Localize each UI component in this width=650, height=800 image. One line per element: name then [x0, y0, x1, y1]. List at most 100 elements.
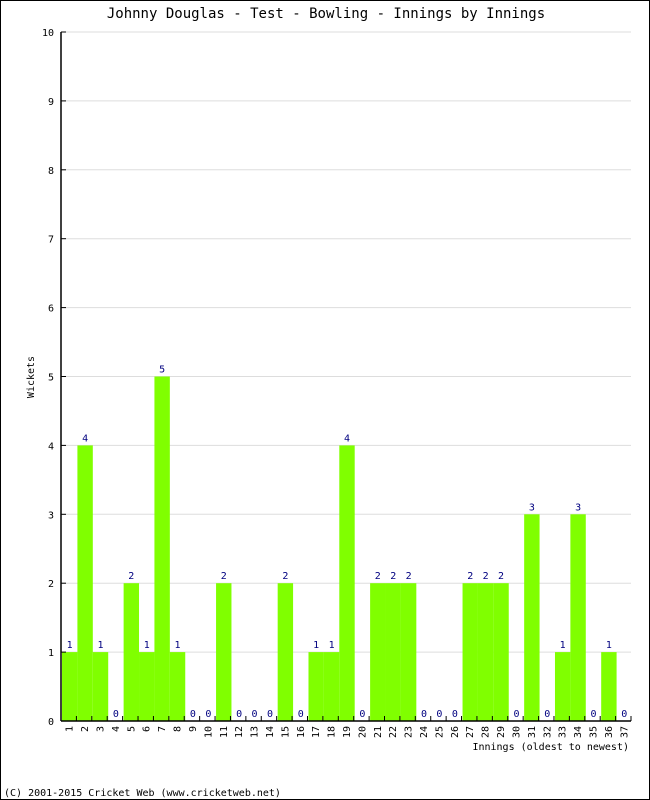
data-label: 0 — [252, 709, 258, 720]
bar — [139, 652, 155, 721]
x-tick-label: 10 — [203, 726, 214, 738]
x-tick-label: 35 — [588, 726, 599, 738]
bar — [308, 652, 324, 721]
data-label: 1 — [560, 640, 566, 651]
x-tick-label: 14 — [265, 726, 276, 738]
y-tick-label: 10 — [42, 28, 54, 39]
chart-frame: Johnny Douglas - Test - Bowling - Inning… — [0, 0, 650, 800]
data-label: 2 — [483, 571, 489, 582]
y-tick-label: 3 — [48, 510, 54, 521]
data-label: 0 — [452, 709, 458, 720]
x-tick-label: 16 — [296, 726, 307, 738]
data-label: 1 — [144, 640, 150, 651]
bar — [216, 583, 232, 721]
bar — [462, 583, 478, 721]
x-tick-label: 31 — [527, 726, 538, 738]
data-label: 2 — [406, 571, 412, 582]
bar — [323, 652, 340, 721]
data-label: 2 — [375, 571, 381, 582]
bar — [277, 583, 294, 721]
y-tick-label: 5 — [48, 373, 54, 384]
x-tick-label: 34 — [573, 726, 584, 738]
bar — [123, 583, 140, 721]
data-label: 0 — [544, 709, 550, 720]
bar — [601, 652, 617, 721]
bar — [477, 583, 494, 721]
data-label: 1 — [67, 640, 73, 651]
bars — [62, 376, 617, 721]
data-label: 2 — [282, 571, 288, 582]
x-tick-label: 8 — [173, 726, 184, 732]
data-label: 3 — [575, 502, 581, 513]
x-tick-label: 22 — [388, 726, 399, 738]
bar — [77, 445, 93, 721]
data-label: 2 — [128, 571, 134, 582]
data-label: 0 — [267, 709, 273, 720]
x-tick-label: 19 — [342, 726, 353, 738]
data-label: 0 — [421, 709, 427, 720]
x-tick-label: 24 — [419, 726, 430, 738]
x-tick-label: 15 — [280, 726, 291, 738]
y-tick-label: 8 — [48, 166, 54, 177]
bar — [400, 583, 417, 721]
x-tick-label: 28 — [481, 726, 492, 738]
y-tick-label: 9 — [48, 97, 54, 108]
x-tick-label: 9 — [188, 726, 199, 732]
bar — [92, 652, 109, 721]
data-label: 0 — [513, 709, 519, 720]
data-label: 3 — [529, 502, 535, 513]
y-tick-label: 1 — [48, 648, 54, 659]
copyright-footer: (C) 2001-2015 Cricket Web (www.cricketwe… — [4, 788, 281, 799]
bar — [524, 514, 540, 721]
data-label: 0 — [436, 709, 442, 720]
x-tick-label: 26 — [450, 726, 461, 738]
bar-chart: Johnny Douglas - Test - Bowling - Inning… — [4, 6, 632, 799]
y-axis-label: Wickets — [26, 356, 37, 398]
y-tick-label: 7 — [48, 235, 54, 246]
bar — [154, 376, 170, 721]
data-label: 0 — [298, 709, 304, 720]
bar — [62, 652, 78, 721]
y-tick-label: 2 — [48, 579, 54, 590]
x-tick-label: 2 — [80, 726, 91, 732]
data-label: 4 — [344, 433, 350, 444]
data-label: 0 — [359, 709, 365, 720]
data-label: 2 — [467, 571, 473, 582]
x-tick-label: 18 — [327, 726, 338, 738]
bar — [385, 583, 401, 721]
bar — [370, 583, 386, 721]
y-tick-label: 6 — [48, 304, 54, 315]
data-label: 0 — [236, 709, 242, 720]
x-tick-label: 21 — [373, 726, 384, 738]
data-label: 2 — [498, 571, 504, 582]
data-label: 0 — [590, 709, 596, 720]
bar — [554, 652, 571, 721]
x-tick-label: 23 — [404, 726, 415, 738]
x-tick-label: 37 — [619, 726, 630, 738]
x-tick-label: 12 — [234, 726, 245, 738]
y-tick-label: 4 — [48, 441, 54, 452]
data-label: 0 — [621, 709, 627, 720]
x-tick-label: 25 — [434, 726, 445, 738]
x-tick-label: 5 — [126, 726, 137, 732]
bar — [493, 583, 509, 721]
data-label: 0 — [205, 709, 211, 720]
x-axis-label: Innings (oldest to newest) — [472, 742, 629, 753]
data-label: 1 — [606, 640, 612, 651]
data-label: 4 — [82, 433, 88, 444]
x-tick-label: 6 — [142, 726, 153, 732]
bar — [169, 652, 186, 721]
data-label: 2 — [221, 571, 227, 582]
x-tick-label: 13 — [250, 726, 261, 738]
bar — [339, 445, 355, 721]
x-tick-label: 36 — [604, 726, 615, 738]
x-tick-label: 27 — [465, 726, 476, 738]
x-tick-label: 1 — [65, 726, 76, 732]
data-label: 0 — [190, 709, 196, 720]
data-label: 1 — [313, 640, 319, 651]
bar — [570, 514, 586, 721]
x-tick-label: 3 — [96, 726, 107, 732]
data-label: 5 — [159, 365, 165, 376]
x-tick-label: 20 — [357, 726, 368, 738]
x-tick-label: 32 — [542, 726, 553, 738]
